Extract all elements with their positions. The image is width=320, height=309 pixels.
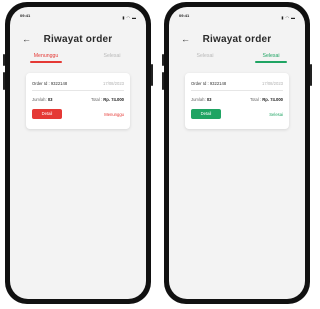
order-date: 17/08/2023 [103,81,124,86]
volume-down-button [162,72,164,90]
page-title: Riwayat order [202,34,272,45]
tab-first[interactable]: Selesai [175,53,235,59]
tab-bar: Menunggu Selesai [10,53,146,65]
total-value: Rp. 74.000 [103,97,124,102]
quantity-label: Jumlah: [32,97,47,102]
total-value: Rp. 74.000 [262,97,283,102]
order-card[interactable]: Order Id : 9322148 17/08/2023 Jumlah: 03… [26,73,130,129]
app-bar: ← Riwayat order [169,33,305,51]
tab-menunggu[interactable]: Menunggu [16,53,76,63]
power-button [151,64,153,86]
volume-up-button [162,54,164,66]
tab-label: Selesai [262,53,280,59]
screen-menunggu: 09:41 ▮ ◠ ▬ ← Riwayat order Menunggu Sel… [10,7,146,299]
phone-frame-right: 09:41 ▮ ◠ ▬ ← Riwayat order Selesai Sele… [162,2,312,304]
card-divider [32,90,124,91]
quantity-value: 03 [206,97,212,102]
wifi-icon: ◠ [285,14,290,20]
order-status: Selesai [269,112,283,117]
volume-down-button [3,72,5,90]
tab-selesai[interactable]: Selesai [82,53,142,59]
signal-icon: ▮ [122,14,125,20]
quantity-label: Jumlah: [191,97,206,102]
detail-button[interactable]: Detail [191,109,221,119]
order-card[interactable]: Order Id : 9322148 17/08/2023 Jumlah: 03… [185,73,289,129]
wifi-icon: ◠ [126,14,131,20]
status-bar: 09:41 ▮ ◠ ▬ [169,13,305,21]
card-divider [191,90,283,91]
tab-indicator [255,61,287,63]
signal-icon: ▮ [281,14,284,20]
phone-frame-left: 09:41 ▮ ◠ ▬ ← Riwayat order Menunggu Sel… [3,2,153,304]
order-id: Order Id : 9322148 [32,81,68,86]
power-button [310,64,312,86]
order-date: 17/08/2023 [262,81,283,86]
tab-label: Selesai [103,53,121,59]
total-label: Total : [90,97,103,102]
order-id: Order Id : 9322148 [191,81,227,86]
detail-button[interactable]: Detail [32,109,62,119]
quantity-value: 03 [47,97,53,102]
tab-selesai[interactable]: Selesai [241,53,301,63]
status-time: 09:41 [179,13,190,18]
battery-icon: ▬ [132,14,136,20]
tab-bar: Selesai Selesai [169,53,305,65]
tab-indicator [30,61,62,63]
total-label: Total : [249,97,262,102]
tab-label: Menunggu [33,53,59,59]
volume-up-button [3,54,5,66]
battery-icon: ▬ [291,14,295,20]
status-bar: 09:41 ▮ ◠ ▬ [10,13,146,21]
tab-label: Selesai [196,53,214,59]
status-time: 09:41 [20,13,31,18]
order-status: Menunggu [104,112,124,117]
app-bar: ← Riwayat order [10,33,146,51]
page-title: Riwayat order [43,34,113,45]
screen-selesai: 09:41 ▮ ◠ ▬ ← Riwayat order Selesai Sele… [169,7,305,299]
